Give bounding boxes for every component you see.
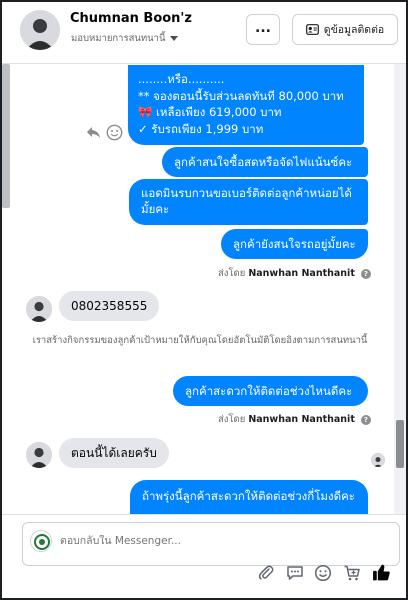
page-avatar <box>30 530 52 552</box>
assign-conversation-dropdown[interactable]: มอบหมายการสนทนานี้ <box>71 31 178 46</box>
sender-name[interactable]: Nanwhan Nanthanit <box>248 268 355 279</box>
sent-by-label: ส่งโดย Nanwhan Nanthanit ? <box>218 412 371 427</box>
read-receipt-avatar <box>371 453 385 467</box>
message-text: ลูกค้ายังสนใจรถอยู่มั้ยคะ <box>233 237 356 251</box>
conversation-header: Chumnan Boon'z มอบหมายการสนทนานี้ ... ดู… <box>2 2 406 64</box>
message-text: ตอนนี้ได้เลยครับ <box>71 446 157 460</box>
message-text: ลูกค้าสะดวกให้ติดต่อช่วงไหนดีคะ <box>185 384 353 398</box>
reply-input[interactable] <box>60 535 260 547</box>
message-text: 0802358555 <box>71 299 148 313</box>
promo-line-1: ........หรือ.......... <box>138 72 225 86</box>
reply-icon[interactable] <box>86 126 102 140</box>
promo-line-3: 🎀 เหลือเพียง 619,000 บาท <box>138 105 282 119</box>
contact-avatar[interactable] <box>20 10 60 50</box>
sent-by-prefix: ส่งโดย <box>218 268 246 279</box>
info-icon[interactable]: ? <box>360 268 371 279</box>
incoming-message[interactable]: 0802358555 <box>59 291 160 321</box>
outgoing-message[interactable]: แอดมินรบกวนขอเบอร์ติดต่อลูกค้าหน่อยได้มั… <box>129 179 368 225</box>
contact-card-icon <box>305 24 319 35</box>
message-text: แอดมินรบกวนขอเบอร์ติดต่อลูกค้าหน่อยได้มั… <box>141 186 352 216</box>
paperclip-icon[interactable] <box>257 564 275 582</box>
sent-by-label: ส่งโดย Nanwhan Nanthanit ? <box>218 266 371 281</box>
contact-name[interactable]: Chumnan Boon'z <box>70 11 192 26</box>
outgoing-message-promo[interactable]: ........หรือ.......... ** จองตอนนี้รับส่… <box>128 65 364 145</box>
sent-by-prefix: ส่งโดย <box>218 414 246 425</box>
system-note: เราสร้างกิจกรรมของลูกค้าเป้าหมายให้กับคุ… <box>32 335 368 346</box>
view-contact-info-label: ดูข้อมูลติดต่อ <box>323 24 385 36</box>
smiley-icon[interactable] <box>106 124 123 141</box>
thumbs-up-icon[interactable] <box>372 563 391 582</box>
composer-divider <box>2 514 406 515</box>
message-actions <box>86 124 123 141</box>
outgoing-message[interactable]: ลูกค้ายังสนใจรถอยู่มั้ยคะ <box>221 229 368 259</box>
contact-avatar-small <box>26 442 52 468</box>
view-contact-info-button[interactable]: ดูข้อมูลติดต่อ <box>292 14 398 45</box>
assign-label: มอบหมายการสนทนานี้ <box>71 33 166 44</box>
outgoing-message[interactable]: ถ้าพรุ่งนี้ลูกค้าสะดวกให้ติดต่อช่วงกี่โม… <box>130 480 368 514</box>
message-scrollbar-thumb[interactable] <box>396 420 404 468</box>
sender-name[interactable]: Nanwhan Nanthanit <box>248 414 355 425</box>
promo-line-4: ✓ รับรถเพียง 1,999 บาท <box>138 121 264 136</box>
ellipsis-icon: ... <box>255 20 271 36</box>
info-icon[interactable]: ? <box>360 414 371 425</box>
outgoing-message[interactable]: ลูกค้าสนใจซื้อสดหรือจัดไฟแน้นซ์คะ <box>162 147 368 177</box>
left-scrollbar-thumb[interactable] <box>2 64 10 208</box>
outgoing-message[interactable]: ลูกค้าสะดวกให้ติดต่อช่วงไหนดีคะ <box>173 376 368 406</box>
caret-down-icon <box>169 36 178 41</box>
message-text: ลูกค้าสนใจซื้อสดหรือจัดไฟแน้นซ์คะ <box>174 155 353 169</box>
more-options-button[interactable]: ... <box>246 14 280 45</box>
message-text: ถ้าพรุ่งนี้ลูกค้าสะดวกให้ติดต่อช่วงกี่โม… <box>142 489 355 503</box>
incoming-message[interactable]: ตอนนี้ได้เลยครับ <box>59 438 169 468</box>
emoji-icon[interactable] <box>314 564 332 582</box>
chat-bubble-icon[interactable] <box>286 564 304 582</box>
cart-icon[interactable] <box>343 564 361 582</box>
promo-line-2: ** จองตอนนี้รับส่วนลดทันที 80,000 บาท <box>138 88 344 103</box>
contact-avatar-small <box>26 296 52 322</box>
